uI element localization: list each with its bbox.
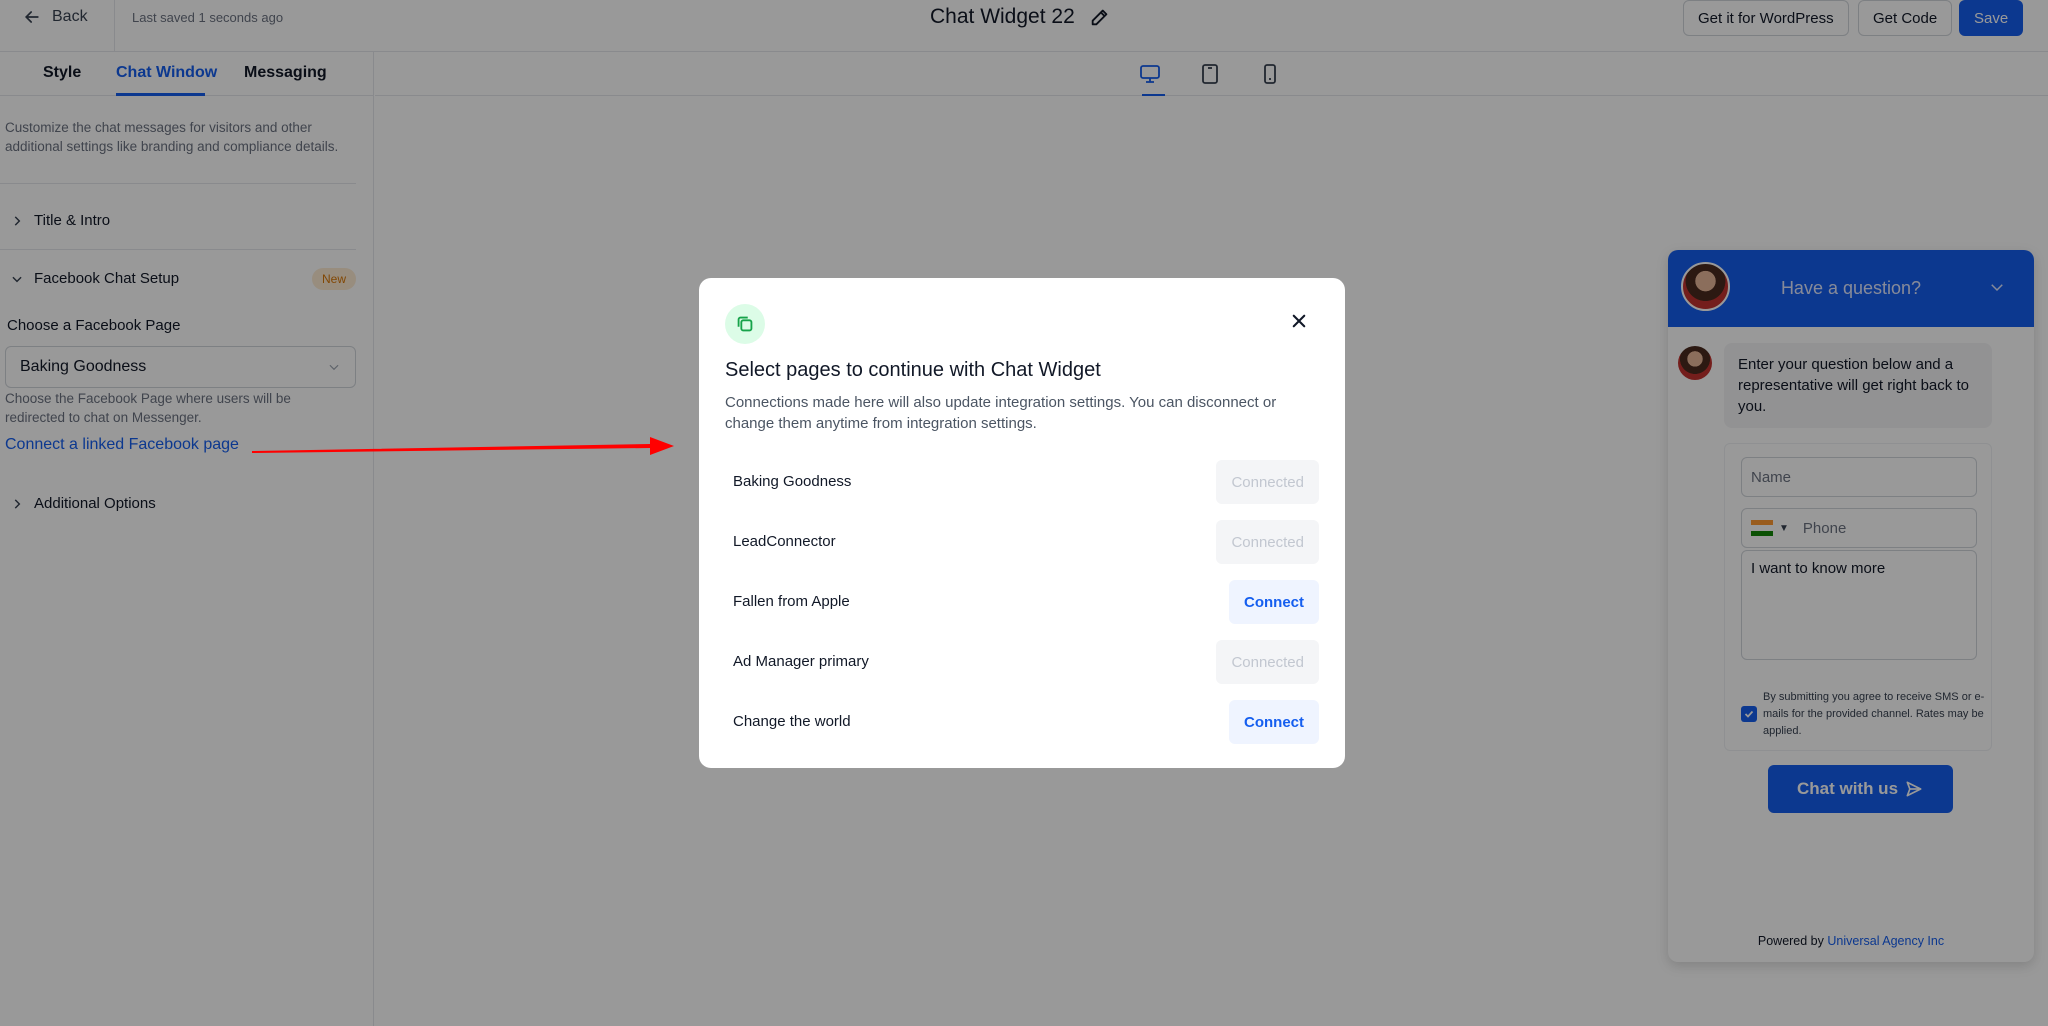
connected-button[interactable]: Connected: [1216, 640, 1319, 684]
page-name: Baking Goodness: [733, 473, 852, 490]
page-name: Fallen from Apple: [733, 593, 850, 610]
close-icon[interactable]: [1290, 312, 1308, 330]
connect-button[interactable]: Connect: [1229, 580, 1319, 624]
connected-button[interactable]: Connected: [1216, 460, 1319, 504]
page-row: Fallen from Apple Connect: [725, 580, 1319, 624]
modal-description: Connections made here will also update i…: [725, 394, 1277, 432]
page-row: LeadConnector Connected: [725, 520, 1319, 564]
page-row: Change the world Connect: [725, 700, 1319, 744]
annotation-arrow: [252, 437, 674, 455]
page-name: Ad Manager primary: [733, 653, 869, 670]
connect-button[interactable]: Connect: [1229, 700, 1319, 744]
page-row: Baking Goodness Connected: [725, 460, 1319, 504]
pages-icon: [725, 304, 765, 344]
connected-button[interactable]: Connected: [1216, 520, 1319, 564]
select-pages-modal: Select pages to continue with Chat Widge…: [699, 278, 1345, 768]
page-name: LeadConnector: [733, 533, 836, 550]
page-name: Change the world: [733, 713, 851, 730]
page-row: Ad Manager primary Connected: [725, 640, 1319, 684]
modal-title: Select pages to continue with Chat Widge…: [725, 359, 1101, 381]
